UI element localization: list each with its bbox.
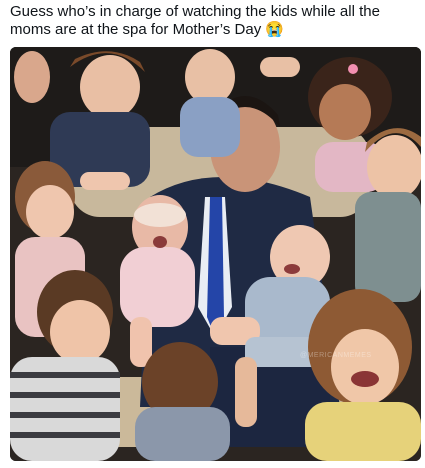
meme-photo[interactable]: @MERICANMEMES: [10, 47, 421, 461]
photo-illustration: [10, 47, 421, 461]
post-caption: Guess who’s in charge of watching the ki…: [10, 3, 380, 38]
watermark: @MERICANMEMES: [300, 352, 372, 359]
